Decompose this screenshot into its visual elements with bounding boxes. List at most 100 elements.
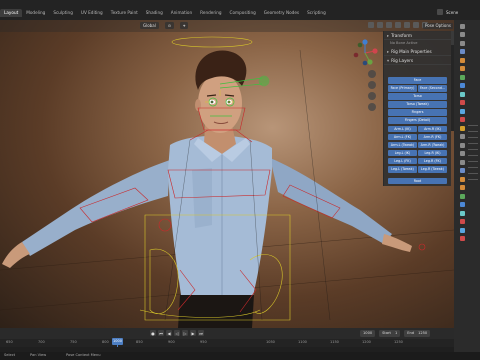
material-shading-icon[interactable]: [413, 22, 419, 28]
tab-layout[interactable]: Layout: [0, 9, 23, 17]
layer-right-2-button[interactable]: Arm.R (Tweak): [418, 141, 447, 149]
tool-icon[interactable]: [460, 142, 465, 148]
physics-icon[interactable]: [460, 100, 465, 105]
modifier-icon[interactable]: [460, 83, 465, 88]
start-frame-field[interactable]: Start 1: [379, 330, 401, 337]
constraints-icon[interactable]: [460, 227, 465, 233]
zoom-icon[interactable]: [368, 70, 376, 78]
data-icon[interactable]: [460, 236, 465, 241]
navigation-gizmo[interactable]: [350, 38, 380, 68]
scene-selector[interactable]: Scene: [437, 9, 458, 15]
output-icon[interactable]: [460, 40, 465, 46]
layer-torso-tweak-button[interactable]: Torso (Tweak): [388, 101, 447, 108]
layer-left-0-button[interactable]: Arm.L (IK): [388, 125, 417, 133]
render-icon[interactable]: [460, 151, 465, 156]
viewport-nav-buttons: [368, 70, 376, 111]
texture-icon[interactable]: [460, 134, 465, 139]
grid-icon[interactable]: [368, 103, 376, 111]
rig-layer-buttons: Face Face (Primary) Face (Second... Torso To…: [388, 77, 447, 186]
layer-fingers-button[interactable]: Fingers: [388, 109, 447, 116]
rig-main-section[interactable]: ▸ Rig Main Properties: [384, 47, 451, 56]
status-pan: Pan View: [30, 353, 47, 357]
pose-options-dropdown[interactable]: Pose Options: [423, 23, 453, 29]
object-icon[interactable]: [460, 74, 465, 80]
solid-shading-icon[interactable]: [404, 22, 410, 28]
camera-icon[interactable]: [368, 92, 376, 100]
timeline-header: ● ⏮ ◀ ◁ ▷ ▶ ⏭ 1000 Start 1 End 1250: [0, 328, 454, 339]
workspace-tabs: Layout Modeling Sculpting UV Editing Texture…: [0, 9, 330, 17]
ruler-tick: 850: [136, 340, 143, 344]
layer-right-1-button[interactable]: Arm.R (FK): [418, 133, 447, 141]
tab-modeling[interactable]: Modeling: [22, 9, 49, 17]
output-icon[interactable]: [460, 159, 465, 165]
current-frame-field[interactable]: 1000: [360, 330, 376, 337]
jump-start-icon[interactable]: ⏮: [158, 330, 164, 336]
rig-layers-section[interactable]: ▾ Rig Layers: [384, 56, 451, 65]
layer-fingers-detail-button[interactable]: Fingers (Detail): [388, 117, 447, 124]
particles-icon[interactable]: [460, 91, 465, 97]
next-key-icon[interactable]: ▶: [190, 330, 196, 336]
play-icon[interactable]: ▷: [182, 330, 188, 336]
timeline-ruler[interactable]: 650 700 750 800 850 900 950 1050 1100 1150 1200 125…: [0, 339, 454, 347]
render-icon[interactable]: [460, 32, 465, 37]
layer-left-3-button[interactable]: Leg.L (IK): [388, 149, 417, 157]
tab-scripting[interactable]: Scripting: [303, 9, 330, 17]
layer-right-0-button[interactable]: Arm.R (IK): [418, 125, 447, 133]
pan-hand-icon[interactable]: [368, 81, 376, 89]
tab-animation[interactable]: Animation: [167, 9, 196, 17]
overlay-icon[interactable]: [386, 22, 392, 28]
ruler-tick: 1150: [330, 340, 339, 344]
tab-sculpting[interactable]: Sculpting: [49, 9, 77, 17]
layer-right-3-button[interactable]: Leg.R (IK): [418, 149, 447, 157]
playhead[interactable]: 1000: [112, 338, 123, 345]
tab-geometry-nodes[interactable]: Geometry Nodes: [260, 9, 303, 17]
layer-left-5-button[interactable]: Leg.L (Tweak): [388, 166, 417, 173]
prev-key-icon[interactable]: ◀: [166, 330, 172, 336]
layer-face-primary-button[interactable]: Face (Primary): [388, 85, 417, 92]
scene-icon[interactable]: [460, 176, 465, 182]
layer-face-button[interactable]: Face: [388, 77, 447, 84]
ruler-tick: 1250: [394, 340, 403, 344]
snap-icon[interactable]: ⌖: [180, 22, 189, 29]
layer-face-secondary-button[interactable]: Face (Second...: [418, 85, 447, 92]
scene-label: Scene: [446, 9, 459, 15]
view-layer-icon[interactable]: [460, 168, 465, 173]
constraints-icon[interactable]: [460, 108, 465, 114]
modifier-icon[interactable]: [460, 202, 465, 207]
jump-end-icon[interactable]: ⏭: [198, 330, 204, 336]
physics-icon[interactable]: [460, 219, 465, 224]
object-icon[interactable]: [460, 193, 465, 199]
gizmo-icon[interactable]: [377, 22, 383, 28]
tab-compositing[interactable]: Compositing: [226, 9, 260, 17]
layer-right-5-button[interactable]: Leg.R (Tweak): [418, 166, 447, 173]
layer-root-button[interactable]: Root: [388, 177, 447, 185]
layer-torso-button[interactable]: Torso: [388, 93, 447, 100]
tab-uv-editing[interactable]: UV Editing: [77, 9, 107, 17]
transform-orientation[interactable]: Global: [140, 22, 159, 29]
transform-section[interactable]: ▸ Transform: [384, 31, 451, 40]
play-reverse-icon[interactable]: ◁: [174, 330, 180, 336]
properties-editor-strip: [454, 20, 480, 360]
tab-texture-paint[interactable]: Texture Paint: [107, 9, 142, 17]
world-icon[interactable]: [460, 185, 465, 190]
end-frame-field[interactable]: End 1250: [404, 330, 431, 337]
world-icon[interactable]: [460, 66, 465, 71]
status-menu: Pose Context Menu: [66, 353, 101, 357]
xray-icon[interactable]: [395, 22, 401, 28]
layer-left-2-button[interactable]: Arm.L (Tweak): [388, 141, 417, 149]
scene-icon[interactable]: [460, 57, 465, 63]
tool-icon[interactable]: [460, 23, 465, 29]
data-icon[interactable]: [460, 117, 465, 122]
material-icon[interactable]: [460, 125, 465, 131]
particles-icon[interactable]: [460, 210, 465, 216]
layer-right-4-button[interactable]: Leg.R (FK): [418, 157, 447, 165]
tab-rendering[interactable]: Rendering: [196, 9, 225, 17]
visibility-icon[interactable]: [368, 22, 374, 28]
record-icon[interactable]: ●: [150, 330, 156, 336]
layer-left-1-button[interactable]: Arm.L (FK): [388, 133, 417, 141]
pivot-icon[interactable]: ⊙: [164, 22, 175, 29]
layer-left-4-button[interactable]: Leg.L (FK): [388, 157, 417, 165]
tab-shading[interactable]: Shading: [142, 9, 167, 17]
ruler-tick: 800: [102, 340, 109, 344]
view-layer-icon[interactable]: [460, 49, 465, 54]
